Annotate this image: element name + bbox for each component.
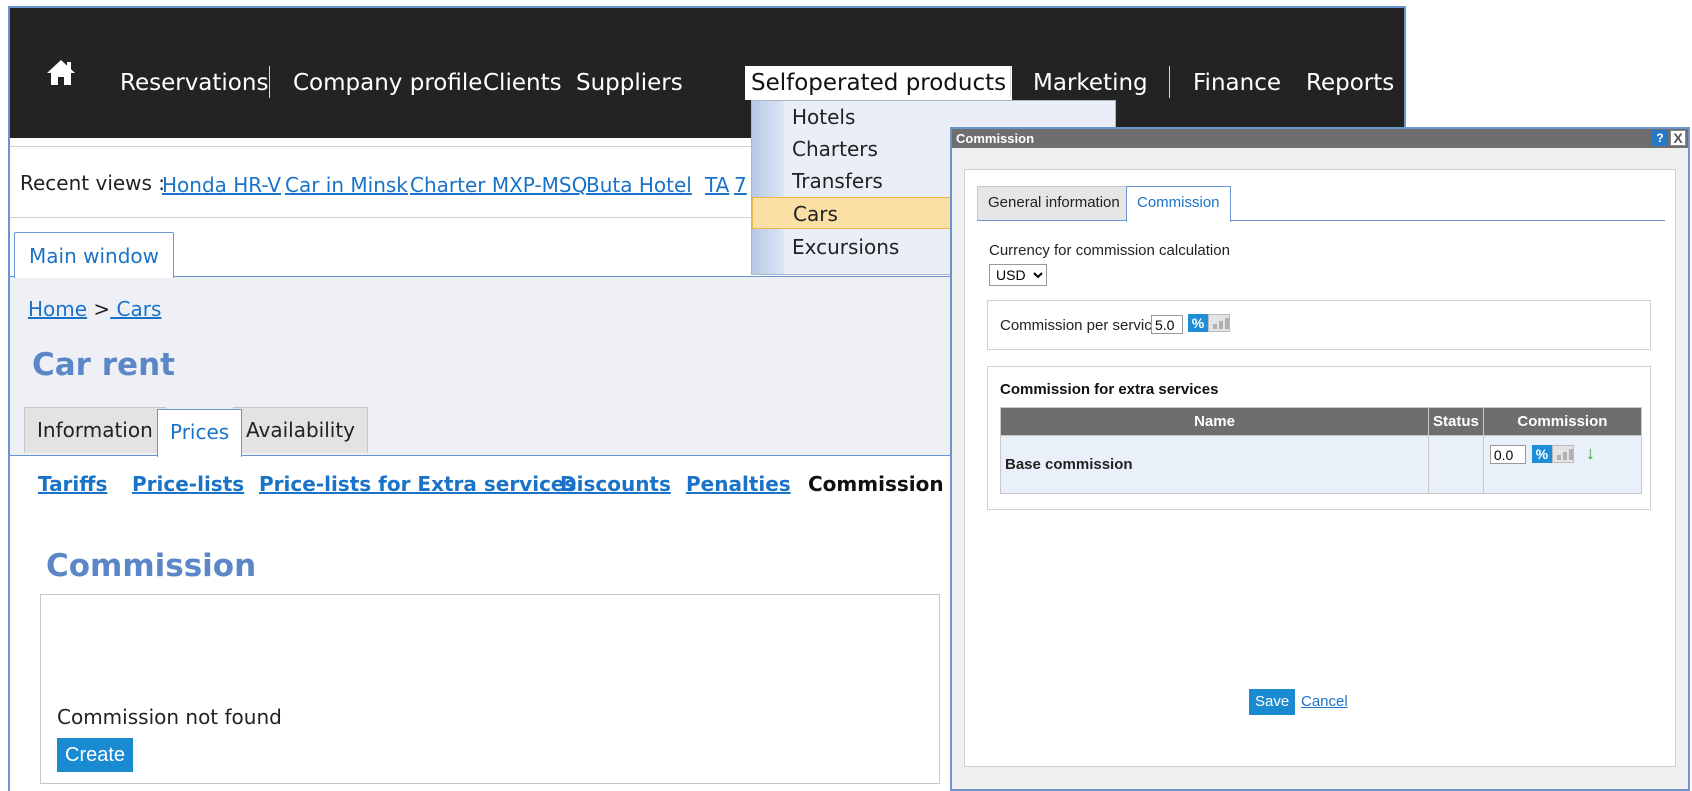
link-tariffs[interactable]: Tariffs [38, 472, 107, 496]
create-button[interactable]: Create [57, 738, 134, 772]
recent-link-buta-hotel[interactable]: Buta Hotel [586, 173, 692, 197]
extra-services-title: Commission for extra services [1000, 381, 1219, 398]
currency-label: Currency for commission calculation [989, 242, 1230, 259]
link-price-lists[interactable]: Price-lists [132, 472, 244, 496]
dialog-panel: General information Commission Currency … [964, 169, 1676, 767]
tab-information[interactable]: Information [24, 407, 166, 453]
row-status [1428, 435, 1484, 494]
row-commission-cell: % ↓ [1482, 435, 1643, 494]
commission-dialog: Commission ? X General information Commi… [950, 127, 1690, 791]
link-penalties[interactable]: Penalties [686, 472, 791, 496]
link-discounts[interactable]: Discounts [560, 472, 671, 496]
save-button[interactable]: Save [1249, 689, 1296, 715]
nav-clients[interactable]: Clients [477, 66, 568, 100]
commission-section-title: Commission [46, 548, 257, 584]
percent-icon[interactable]: % [1188, 314, 1208, 332]
nav-company-profile[interactable]: Company profile [287, 66, 488, 100]
recent-link-car-minsk[interactable]: Car in Minsk [285, 173, 408, 197]
nav-suppliers[interactable]: Suppliers [570, 66, 689, 100]
amount-bars-icon[interactable] [1551, 445, 1574, 463]
row-name: Base commission [1000, 435, 1429, 494]
row-commission-input[interactable] [1489, 445, 1526, 464]
percent-toggle[interactable]: % [1188, 314, 1230, 332]
commission-section-box: Commission not found Create [40, 594, 940, 784]
recent-link-honda[interactable]: Honda HR-V [162, 173, 281, 197]
nav-reservations[interactable]: Reservations [114, 66, 274, 100]
nav-finance[interactable]: Finance [1187, 66, 1287, 100]
tab-availability[interactable]: Availability [233, 407, 369, 453]
recent-link-ta[interactable]: TA [705, 173, 729, 197]
commission-per-service-box: Commission per service % [987, 300, 1651, 350]
link-commission-current: Commission [808, 472, 944, 496]
dialog-tab-general-information[interactable]: General information [977, 186, 1131, 220]
percent-icon[interactable]: % [1531, 445, 1552, 463]
nav-selfoperated-products[interactable]: Selfoperated products [745, 66, 1013, 100]
nav-separator [1169, 66, 1170, 98]
breadcrumb: Home > Cars [28, 297, 161, 321]
breadcrumb-home[interactable]: Home [28, 297, 87, 321]
recent-views-label: Recent views : [20, 171, 166, 195]
tab-main-window[interactable]: Main window [14, 232, 174, 278]
table-header-row: Name Status Commission [1000, 407, 1643, 436]
dialog-title: Commission [956, 131, 1035, 146]
commission-per-service-input[interactable] [1151, 315, 1183, 334]
nav-marketing[interactable]: Marketing [1027, 66, 1154, 100]
breadcrumb-cars[interactable]: Cars [110, 297, 162, 321]
help-icon[interactable]: ? [1652, 130, 1668, 146]
dialog-titlebar[interactable]: Commission ? X [952, 129, 1688, 148]
extra-services-table: Name Status Commission Base commission % [1000, 407, 1643, 494]
link-price-lists-extra[interactable]: Price-lists for Extra services [259, 472, 576, 496]
table-row: Base commission % ↓ [1000, 435, 1643, 494]
currency-select[interactable]: USD [989, 264, 1047, 286]
cancel-link[interactable]: Cancel [1301, 693, 1348, 710]
recent-link-7[interactable]: 7 [734, 173, 747, 197]
row-percent-toggle[interactable]: % [1531, 445, 1574, 463]
recent-link-charter[interactable]: Charter MXP-MSQ [410, 173, 587, 197]
column-commission: Commission [1482, 407, 1643, 436]
dialog-tab-commission[interactable]: Commission [1126, 186, 1231, 222]
commission-per-service-label: Commission per service [1000, 317, 1161, 334]
close-icon[interactable]: X [1670, 130, 1686, 146]
tab-prices[interactable]: Prices [157, 409, 243, 457]
top-navigation-bar: Reservations Company profile Clients Sup… [10, 8, 1404, 138]
column-name: Name [1000, 407, 1429, 436]
amount-bars-icon[interactable] [1208, 314, 1230, 332]
nav-separator [1010, 66, 1011, 98]
commission-empty-text: Commission not found [57, 705, 282, 729]
dialog-tab-divider [977, 220, 1665, 221]
breadcrumb-separator: > [93, 297, 111, 321]
page-title: Car rent [32, 347, 175, 383]
nav-separator [269, 66, 270, 98]
extra-services-box: Commission for extra services Name Statu… [987, 366, 1651, 510]
home-icon[interactable] [44, 55, 78, 89]
column-status: Status [1428, 407, 1484, 436]
apply-down-arrow-icon[interactable]: ↓ [1586, 444, 1595, 462]
nav-reports[interactable]: Reports [1300, 66, 1400, 100]
